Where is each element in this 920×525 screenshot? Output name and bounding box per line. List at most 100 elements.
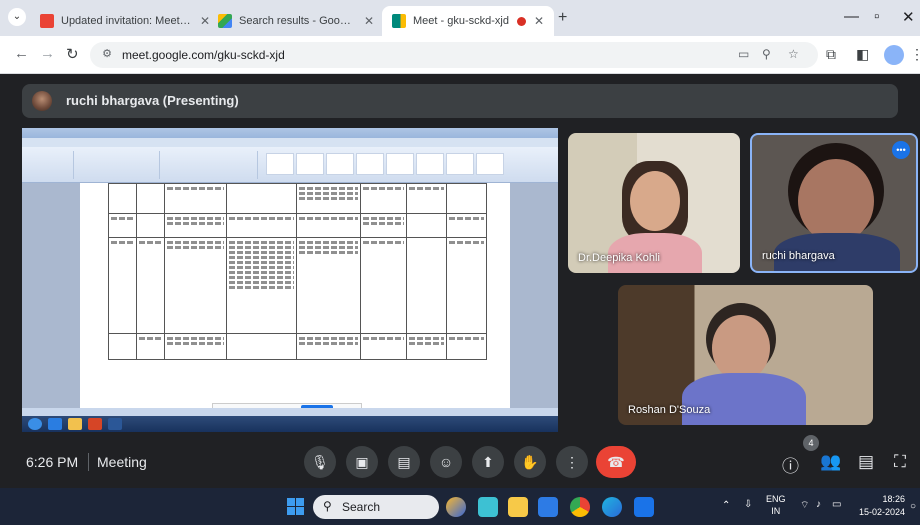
clock-date: 15-02-2024 xyxy=(859,507,906,517)
profile-avatar[interactable] xyxy=(884,45,904,65)
raise-hand-icon: ✋ xyxy=(521,454,539,470)
style-no-spacing-icon xyxy=(296,153,324,175)
search-label: Search xyxy=(342,500,381,514)
camera-icon: ▣ xyxy=(355,454,369,470)
wifi-icon[interactable]: ⌔ xyxy=(800,499,809,512)
tab-label: Updated invitation: Meeting @ xyxy=(61,15,192,27)
microphone-button[interactable]: 🎙 xyxy=(304,446,336,478)
captions-icon: ▤ xyxy=(397,454,411,470)
close-tab-icon[interactable]: ✕ xyxy=(364,14,374,28)
meeting-info-icon[interactable]: ⓘ xyxy=(782,452,799,477)
windows-taskbar: ⚲ Search ⌃ ⇩ ENG IN ⌔ ♪ ▭ 18:26 15-02-20… xyxy=(0,488,920,525)
table-row xyxy=(108,237,487,334)
tab-gmail-invitation[interactable]: Updated invitation: Meeting @ ✕ xyxy=(30,6,220,36)
maximize-icon[interactable]: ▫ xyxy=(874,8,879,25)
google-drive-icon xyxy=(218,14,232,28)
style-emphasis-icon xyxy=(476,153,504,175)
emoji-button[interactable]: ☺ xyxy=(430,446,462,478)
zoom-icon[interactable]: ⚲ xyxy=(762,47,771,61)
back-icon[interactable]: ← xyxy=(14,45,29,62)
tab-search-icon[interactable]: ⌄ xyxy=(8,8,26,26)
windows-start-icon[interactable] xyxy=(287,498,304,515)
tab-google-meet[interactable]: Meet - gku-sckd-xjd ✕ xyxy=(382,6,554,36)
editing-group xyxy=(508,151,556,179)
participant-name: Roshan D'Souza xyxy=(628,404,711,416)
style-heading1-icon xyxy=(326,153,354,175)
document-area xyxy=(22,183,558,408)
table-row xyxy=(108,183,487,214)
language-indicator[interactable]: ENG IN xyxy=(766,493,786,517)
present-button[interactable]: ⬆ xyxy=(472,446,504,478)
cast-icon[interactable]: ▭ xyxy=(738,47,749,61)
style-subtitle-icon xyxy=(416,153,444,175)
address-bar[interactable]: ⚙ meet.google.com/gku-sckd-xjd ▭ ⚲ ☆ xyxy=(90,42,818,68)
shared-screen-taskbar xyxy=(22,416,558,432)
volume-icon[interactable]: ♪ xyxy=(816,499,821,510)
syllabus-table xyxy=(108,183,487,360)
participant-tile[interactable]: Dr.Deepika Kohli xyxy=(568,133,740,273)
extensions-icon[interactable]: ⧉ xyxy=(826,46,836,63)
gmail-icon xyxy=(40,14,54,28)
chrome-icon[interactable] xyxy=(570,497,590,517)
activities-icon[interactable]: ⛶ xyxy=(894,452,906,472)
word-ribbon-tabs xyxy=(22,138,558,147)
participant-name: Dr.Deepika Kohli xyxy=(578,252,660,264)
people-count-badge: 4 xyxy=(803,435,819,451)
close-window-icon[interactable]: ✕ xyxy=(902,8,915,26)
style-title-icon xyxy=(386,153,414,175)
site-info-icon[interactable]: ⚙ xyxy=(99,47,115,63)
edge-icon[interactable] xyxy=(602,497,622,517)
word-ribbon xyxy=(22,147,558,183)
media-icon xyxy=(88,418,102,430)
meeting-title: Meeting xyxy=(97,454,147,470)
tab-google-drive[interactable]: Search results - Google Drive ✕ xyxy=(208,6,384,36)
present-screen-icon: ⬆ xyxy=(482,454,494,470)
divider xyxy=(88,453,89,471)
onedrive-icon[interactable]: ⇩ xyxy=(744,499,752,510)
clock-time: 18:26 xyxy=(882,494,906,504)
file-explorer-icon[interactable] xyxy=(508,497,528,517)
people-icon[interactable]: 👥 xyxy=(820,452,841,472)
taskbar-search[interactable]: ⚲ Search xyxy=(313,495,439,519)
participant-shoulders xyxy=(682,373,806,425)
raise-hand-button[interactable]: ✋ xyxy=(514,446,546,478)
participant-tile[interactable]: Roshan D'Souza xyxy=(618,285,873,425)
ie-icon xyxy=(48,418,62,430)
leave-call-button[interactable]: ☎ xyxy=(596,446,636,478)
notification-icon[interactable]: ○ xyxy=(910,501,916,512)
participant-face xyxy=(712,315,770,381)
style-normal-icon xyxy=(266,153,294,175)
reload-icon[interactable]: ↻ xyxy=(66,45,79,63)
table-row xyxy=(108,213,487,238)
paragraph-group xyxy=(162,151,258,179)
store-icon[interactable] xyxy=(538,497,558,517)
clipboard-group xyxy=(24,151,74,179)
tray-overflow-icon[interactable]: ⌃ xyxy=(722,500,730,511)
menu-kebab-icon[interactable]: ⋮ xyxy=(910,46,920,63)
minimize-icon[interactable]: — xyxy=(844,8,859,25)
battery-icon[interactable]: ▭ xyxy=(832,499,841,510)
presenter-label: ruchi bhargava (Presenting) xyxy=(66,93,239,108)
new-tab-button[interactable]: + xyxy=(558,9,567,27)
participant-tile-active-speaker[interactable]: ••• ruchi bhargava xyxy=(750,133,918,273)
style-subtle-emphasis-icon xyxy=(446,153,474,175)
speaking-indicator-icon: ••• xyxy=(892,141,910,159)
widgets-icon[interactable] xyxy=(446,497,466,517)
search-icon: ⚲ xyxy=(323,499,332,513)
close-tab-icon[interactable]: ✕ xyxy=(534,14,544,28)
avatar xyxy=(32,91,52,111)
meeting-clock: 6:26 PM xyxy=(26,454,79,470)
app-icon[interactable] xyxy=(634,497,654,517)
taskbar-clock[interactable]: 18:26 15-02-2024 xyxy=(859,493,905,519)
side-panel-icon[interactable]: ◧ xyxy=(856,46,869,63)
bookmark-star-icon[interactable]: ☆ xyxy=(788,47,799,61)
forward-icon[interactable]: → xyxy=(40,45,55,62)
chat-icon[interactable]: ▤ xyxy=(858,452,874,472)
more-options-button[interactable]: ⋮ xyxy=(556,446,588,478)
phone-hangup-icon: ☎ xyxy=(607,454,625,470)
meet-control-bar: 6:26 PM Meeting 🎙 ▣ ▤ ☺ ⬆ ✋ ⋮ ☎ ⓘ 4 👥 ▤ … xyxy=(0,435,920,488)
captions-button[interactable]: ▤ xyxy=(388,446,420,478)
participant-face xyxy=(630,171,680,231)
camera-button[interactable]: ▣ xyxy=(346,446,378,478)
photos-icon[interactable] xyxy=(478,497,498,517)
